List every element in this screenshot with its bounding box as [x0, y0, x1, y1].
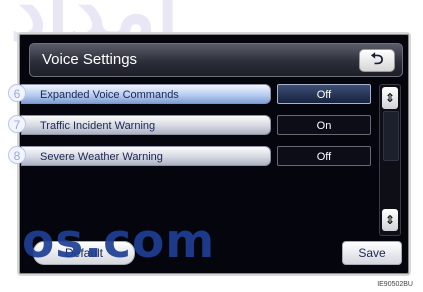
setting-value[interactable]: Off	[277, 146, 371, 166]
callout-8: 8	[8, 146, 26, 164]
back-button[interactable]: ⮌	[359, 49, 395, 72]
save-button[interactable]: Save	[342, 241, 402, 265]
image-code: IE90502BU	[377, 281, 413, 288]
page: امداد Voice Settings ⮌ Expanded Voice Co…	[0, 0, 423, 292]
return-arrow-icon: ⮌	[370, 51, 384, 68]
setting-value[interactable]: On	[277, 115, 371, 135]
scrollbar[interactable]: ⇕ ⇕	[379, 84, 401, 236]
scroll-up-icon: ⇕	[384, 91, 396, 105]
setting-label[interactable]: Traffic Incident Warning	[21, 115, 271, 135]
callout-7: 7	[8, 115, 26, 133]
callout-6: 6	[8, 84, 26, 102]
scroll-down-button[interactable]: ⇕	[382, 209, 398, 231]
scroll-up-button[interactable]: ⇕	[382, 87, 398, 109]
scroll-thumb[interactable]	[383, 111, 399, 161]
title-bar: Voice Settings ⮌	[29, 43, 403, 77]
watermark-domain: os.com	[22, 214, 216, 269]
setting-label[interactable]: Expanded Voice Commands	[21, 84, 271, 104]
page-title: Voice Settings	[42, 51, 138, 68]
setting-label[interactable]: Severe Weather Warning	[21, 146, 271, 166]
scroll-down-icon: ⇕	[384, 213, 396, 227]
setting-value[interactable]: Off	[277, 84, 371, 104]
